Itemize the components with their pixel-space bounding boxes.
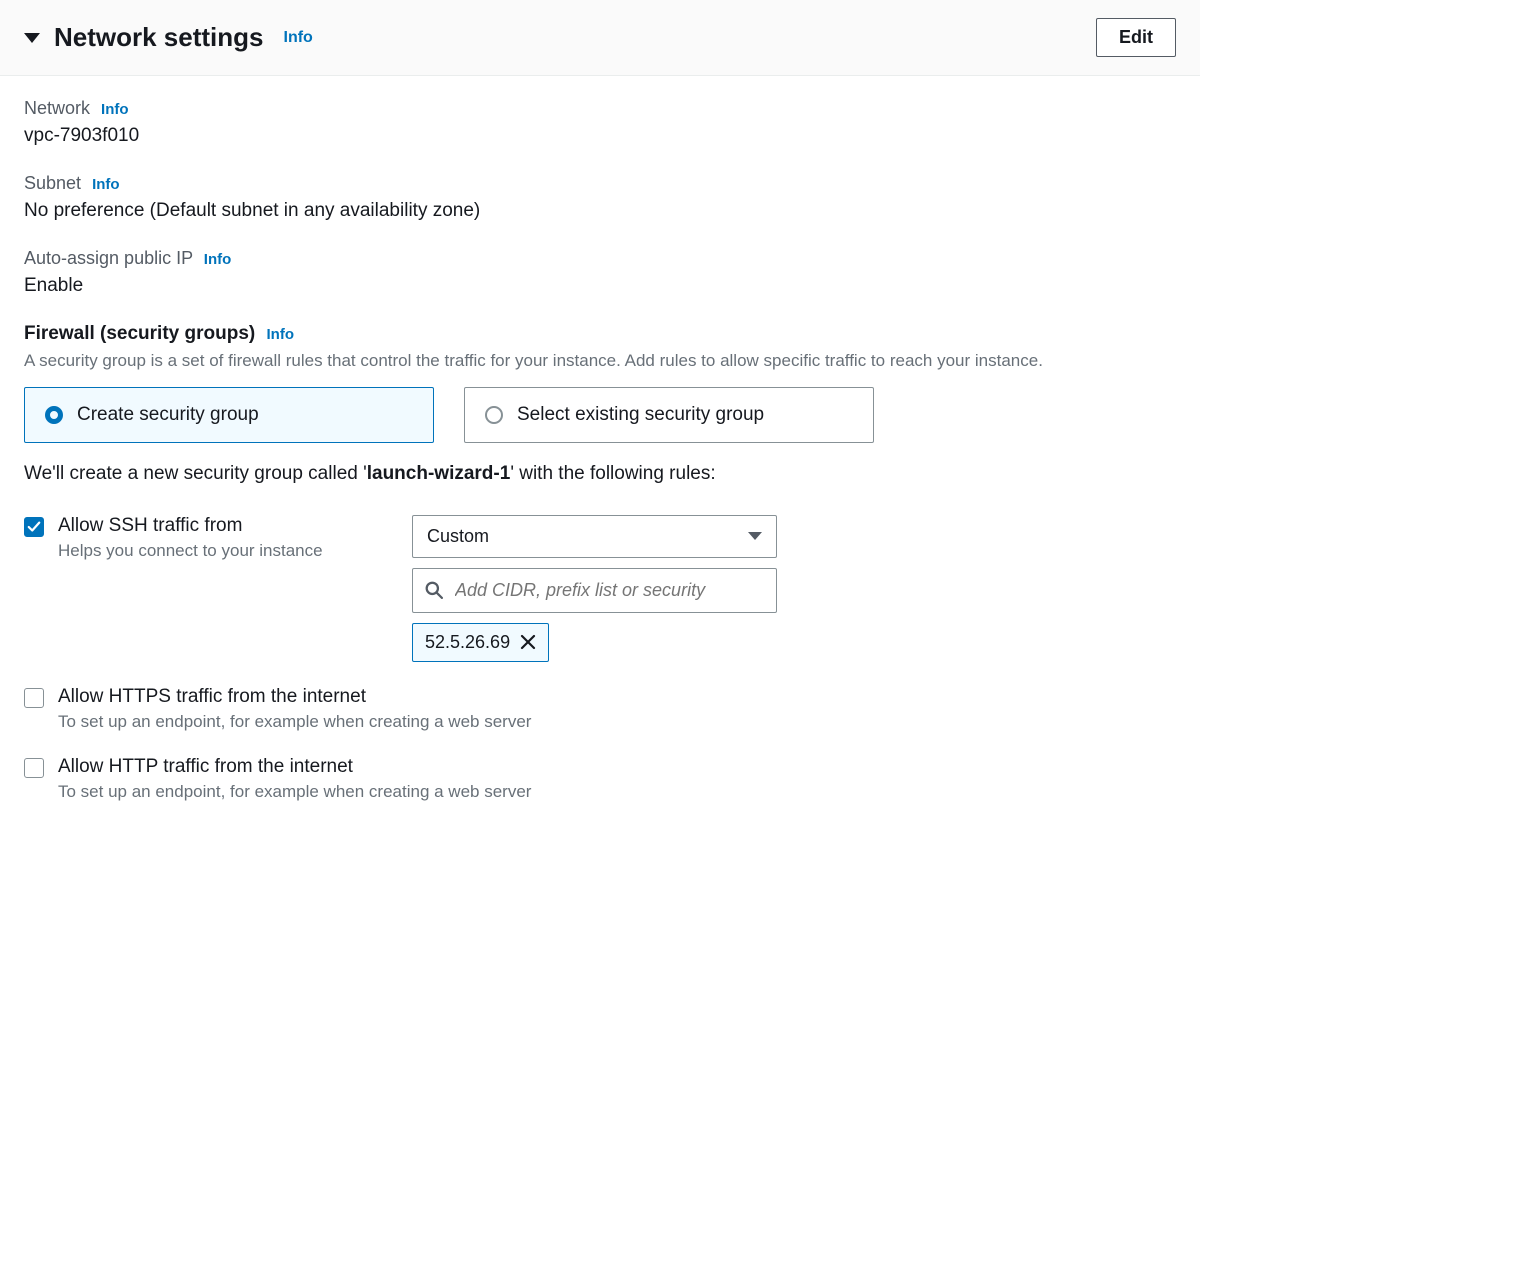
sg-name: launch-wizard-1 — [367, 463, 511, 484]
allow-ssh-desc: Helps you connect to your instance — [58, 541, 398, 561]
ssh-cidr-input[interactable] — [453, 579, 764, 602]
ssh-cidr-tag: 52.5.26.69 — [412, 623, 549, 662]
radio-selected-icon — [45, 406, 63, 424]
allow-http-row: Allow HTTP traffic from the internet To … — [24, 756, 1176, 802]
network-info-link[interactable]: Info — [101, 101, 129, 118]
chevron-down-icon — [748, 532, 762, 540]
public-ip-value: Enable — [24, 275, 1176, 297]
allow-ssh-title: Allow SSH traffic from — [58, 515, 398, 537]
sg-sentence-suffix: ' with the following rules: — [510, 463, 715, 484]
public-ip-label: Auto-assign public IP — [24, 248, 193, 268]
create-sg-label: Create security group — [77, 404, 259, 426]
network-value: vpc-7903f010 — [24, 125, 1176, 147]
ssh-source-select[interactable]: Custom — [412, 515, 777, 558]
checkmark-icon — [27, 520, 41, 534]
network-label: Network — [24, 98, 90, 118]
subnet-label: Subnet — [24, 173, 81, 193]
firewall-title-row: Firewall (security groups) Info — [24, 323, 1176, 345]
firewall-description: A security group is a set of firewall ru… — [24, 349, 1176, 373]
create-sg-option[interactable]: Create security group — [24, 387, 434, 443]
select-existing-sg-option[interactable]: Select existing security group — [464, 387, 874, 443]
close-icon — [520, 634, 536, 650]
search-icon — [425, 581, 443, 599]
firewall-title: Firewall (security groups) — [24, 323, 255, 344]
panel-header: Network settings Info Edit — [0, 0, 1200, 76]
network-field: Network Info vpc-7903f010 — [24, 98, 1176, 147]
panel-body: Network Info vpc-7903f010 Subnet Info No… — [0, 76, 1200, 868]
panel-title: Network settings — [54, 22, 264, 53]
sg-toggle-row: Create security group Select existing se… — [24, 387, 1176, 443]
ssh-controls: Custom 52.5.26.69 — [412, 515, 777, 662]
network-label-row: Network Info — [24, 98, 1176, 119]
edit-button[interactable]: Edit — [1096, 18, 1176, 57]
allow-http-desc: To set up an endpoint, for example when … — [58, 782, 531, 802]
panel-header-left: Network settings Info — [24, 22, 313, 53]
remove-tag-button[interactable] — [520, 634, 536, 650]
allow-https-row: Allow HTTPS traffic from the internet To… — [24, 686, 1176, 732]
select-existing-sg-label: Select existing security group — [517, 404, 764, 426]
radio-unselected-icon — [485, 406, 503, 424]
allow-https-labels: Allow HTTPS traffic from the internet To… — [58, 686, 531, 732]
collapse-caret-icon[interactable] — [24, 33, 40, 43]
allow-ssh-labels: Allow SSH traffic from Helps you connect… — [58, 515, 398, 561]
subnet-value: No preference (Default subnet in any ava… — [24, 200, 1176, 222]
allow-ssh-row: Allow SSH traffic from Helps you connect… — [24, 515, 1176, 662]
ssh-cidr-search[interactable] — [412, 568, 777, 613]
public-ip-field: Auto-assign public IP Info Enable — [24, 248, 1176, 297]
network-settings-panel: Network settings Info Edit Network Info … — [0, 0, 1200, 868]
public-ip-info-link[interactable]: Info — [204, 251, 232, 268]
subnet-field: Subnet Info No preference (Default subne… — [24, 173, 1176, 222]
allow-http-title: Allow HTTP traffic from the internet — [58, 756, 531, 778]
sg-sentence-prefix: We'll create a new security group called… — [24, 463, 367, 484]
ssh-source-value: Custom — [427, 526, 489, 547]
allow-https-desc: To set up an endpoint, for example when … — [58, 712, 531, 732]
header-info-link[interactable]: Info — [284, 29, 313, 47]
firewall-info-link[interactable]: Info — [267, 326, 295, 343]
allow-ssh-checkbox[interactable] — [24, 517, 44, 537]
subnet-info-link[interactable]: Info — [92, 176, 120, 193]
allow-https-title: Allow HTTPS traffic from the internet — [58, 686, 531, 708]
firewall-section: Firewall (security groups) Info A securi… — [24, 323, 1176, 802]
allow-http-labels: Allow HTTP traffic from the internet To … — [58, 756, 531, 802]
sg-create-sentence: We'll create a new security group called… — [24, 463, 1176, 485]
ssh-cidr-tag-value: 52.5.26.69 — [425, 632, 510, 653]
allow-https-checkbox[interactable] — [24, 688, 44, 708]
allow-http-checkbox[interactable] — [24, 758, 44, 778]
public-ip-label-row: Auto-assign public IP Info — [24, 248, 1176, 269]
subnet-label-row: Subnet Info — [24, 173, 1176, 194]
